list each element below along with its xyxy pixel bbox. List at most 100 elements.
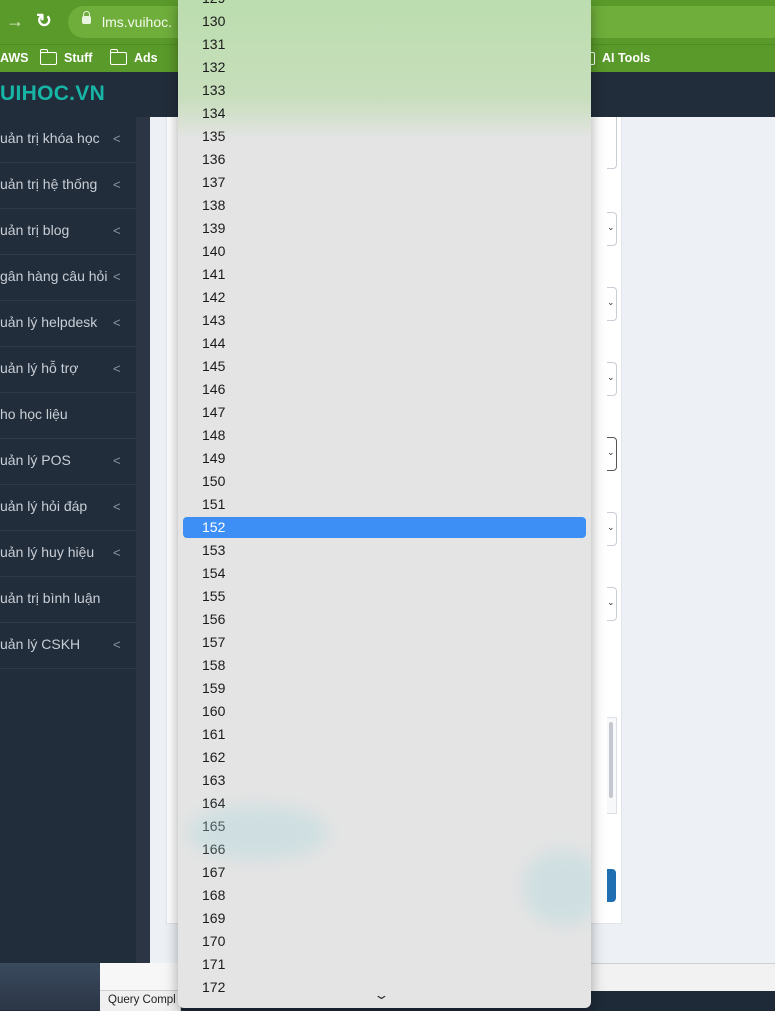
- option-label: 151: [202, 496, 226, 512]
- dropdown-option[interactable]: 142: [183, 287, 586, 308]
- sidebar-item-label: uản trị bình luận: [0, 590, 101, 606]
- chevron-left-icon: <: [113, 637, 121, 652]
- select-dropdown-list[interactable]: 129 130 131 132 133 134 135 136 137 138 139 140 141 1…: [178, 0, 591, 1008]
- option-label: 163: [202, 772, 226, 788]
- folder-icon: [109, 48, 127, 65]
- dropdown-option[interactable]: 161: [183, 724, 586, 745]
- dropdown-option[interactable]: 147: [183, 402, 586, 423]
- dropdown-option[interactable]: 133: [183, 80, 586, 101]
- option-label: 137: [202, 174, 226, 190]
- option-label: 134: [202, 105, 226, 121]
- lock-icon: [82, 11, 91, 24]
- select-field[interactable]: ⌄: [607, 362, 617, 396]
- scroll-down-chevron-icon[interactable]: ⌄: [373, 987, 389, 1003]
- dropdown-option[interactable]: 155: [183, 586, 586, 607]
- chevron-left-icon: <: [113, 545, 121, 560]
- dropdown-option[interactable]: 169: [183, 908, 586, 929]
- sidebar-item-blog-admin[interactable]: uản trị blog <: [0, 209, 136, 255]
- dropdown-option[interactable]: 140: [183, 241, 586, 262]
- dropdown-option[interactable]: 148: [183, 425, 586, 446]
- dropdown-option[interactable]: 153: [183, 540, 586, 561]
- logo[interactable]: UIHOC.VN: [0, 82, 105, 106]
- dropdown-option[interactable]: 138: [183, 195, 586, 216]
- reload-icon[interactable]: ↻: [36, 10, 52, 33]
- dropdown-option[interactable]: 170: [183, 931, 586, 952]
- dropdown-option[interactable]: 134: [183, 103, 586, 124]
- dropdown-option[interactable]: 159: [183, 678, 586, 699]
- bookmark-ads[interactable]: Ads: [109, 48, 158, 65]
- dropdown-option[interactable]: 171: [183, 954, 586, 975]
- select-field[interactable]: ⌄: [607, 587, 617, 621]
- dropdown-option[interactable]: 156: [183, 609, 586, 630]
- dropdown-option[interactable]: 141: [183, 264, 586, 285]
- bookmark-aws[interactable]: AWS: [0, 51, 28, 65]
- sidebar-item-question-bank[interactable]: gân hàng câu hỏi <: [0, 255, 136, 301]
- submit-button[interactable]: [607, 869, 616, 902]
- chevron-left-icon: <: [113, 131, 121, 146]
- sidebar-item-learning-materials[interactable]: ho học liệu: [0, 393, 136, 439]
- sidebar-item-support[interactable]: uản lý hỗ trợ <: [0, 347, 136, 393]
- select-field-focused[interactable]: ⌄: [607, 437, 617, 471]
- option-label: 133: [202, 82, 226, 98]
- option-label: 156: [202, 611, 226, 627]
- chevron-down-icon: ⌄: [607, 597, 615, 607]
- option-label: 146: [202, 381, 226, 397]
- option-label: 169: [202, 910, 226, 926]
- dropdown-option[interactable]: 162: [183, 747, 586, 768]
- dropdown-option[interactable]: 150: [183, 471, 586, 492]
- option-label: 167: [202, 864, 226, 880]
- sidebar-item-badges[interactable]: uản lý huy hiệu <: [0, 531, 136, 577]
- sidebar-item-qa[interactable]: uản lý hỏi đáp <: [0, 485, 136, 531]
- dropdown-option[interactable]: 144: [183, 333, 586, 354]
- sidebar-item-cskh[interactable]: uản lý CSKH <: [0, 623, 136, 669]
- dropdown-option[interactable]: 163: [183, 770, 586, 791]
- select-field[interactable]: ⌄: [607, 287, 617, 321]
- chevron-down-icon: ⌄: [607, 297, 615, 307]
- dropdown-option[interactable]: 139: [183, 218, 586, 239]
- dropdown-option[interactable]: 130: [183, 11, 586, 32]
- window-bottom-frame: [590, 963, 775, 991]
- select-field[interactable]: ⌄: [607, 212, 617, 246]
- dropdown-option[interactable]: 145: [183, 356, 586, 377]
- sidebar: uản trị khóa học < uản trị hệ thống < uả…: [0, 117, 136, 963]
- bookmark-stuff[interactable]: Stuff: [39, 48, 92, 65]
- option-label: 157: [202, 634, 226, 650]
- chevron-down-icon: ⌄: [607, 447, 615, 457]
- sidebar-item-pos[interactable]: uản lý POS <: [0, 439, 136, 485]
- dropdown-option[interactable]: 146: [183, 379, 586, 400]
- option-label: 135: [202, 128, 226, 144]
- textarea-field[interactable]: [607, 117, 617, 169]
- dropdown-option[interactable]: 137: [183, 172, 586, 193]
- sidebar-item-label: uản trị khóa học: [0, 130, 100, 146]
- chevron-left-icon: <: [113, 361, 121, 376]
- bookmark-label: AWS: [0, 51, 29, 65]
- sidebar-item-comments[interactable]: uản trị bình luận: [0, 577, 136, 623]
- dropdown-option[interactable]: 160: [183, 701, 586, 722]
- dropdown-option-selected[interactable]: 152: [183, 517, 586, 538]
- option-label: 144: [202, 335, 226, 351]
- option-label: 132: [202, 59, 226, 75]
- dropdown-option[interactable]: 149: [183, 448, 586, 469]
- sidebar-item-helpdesk[interactable]: uản lý helpdesk <: [0, 301, 136, 347]
- chevron-down-icon: ⌄: [607, 372, 615, 382]
- dropdown-option[interactable]: 135: [183, 126, 586, 147]
- dropdown-option[interactable]: 129: [183, 0, 586, 9]
- sidebar-item-label: uản lý huy hiệu: [0, 544, 95, 560]
- sidebar-item-label: ho học liệu: [0, 406, 68, 422]
- sidebar-item-course-admin[interactable]: uản trị khóa học <: [0, 117, 136, 163]
- option-label: 170: [202, 933, 226, 949]
- dropdown-option[interactable]: 154: [183, 563, 586, 584]
- sidebar-item-system-admin[interactable]: uản trị hệ thống <: [0, 163, 136, 209]
- dropdown-option[interactable]: 132: [183, 57, 586, 78]
- dropdown-option[interactable]: 157: [183, 632, 586, 653]
- dropdown-option[interactable]: 143: [183, 310, 586, 331]
- dropdown-option[interactable]: 136: [183, 149, 586, 170]
- option-label: 158: [202, 657, 226, 673]
- blur-artifact: [188, 805, 328, 860]
- forward-arrow-icon[interactable]: →: [6, 11, 24, 32]
- dropdown-option[interactable]: 131: [183, 34, 586, 55]
- dropdown-option[interactable]: 158: [183, 655, 586, 676]
- scrollable-list-box[interactable]: [607, 717, 617, 814]
- select-field[interactable]: ⌄: [607, 512, 617, 546]
- dropdown-option[interactable]: 151: [183, 494, 586, 515]
